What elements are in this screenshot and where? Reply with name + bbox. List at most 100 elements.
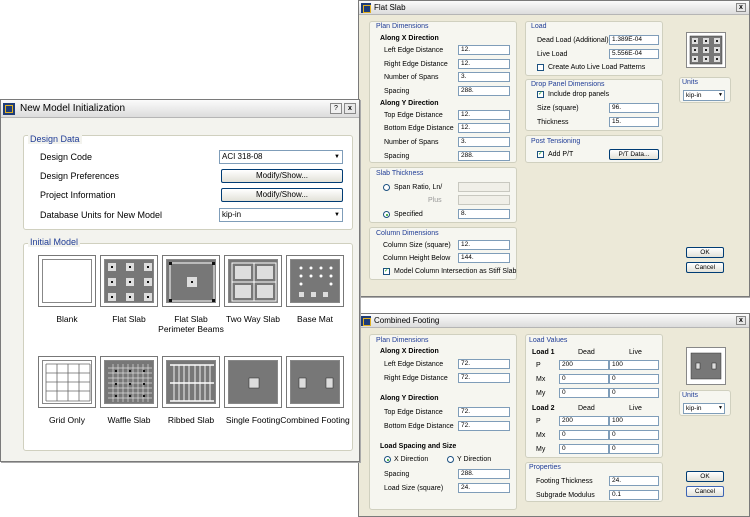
flat-slab-model-icon bbox=[108, 263, 152, 301]
title-bar[interactable]: Combined Footing x bbox=[359, 314, 749, 328]
spacing-input[interactable]: 288. bbox=[458, 469, 510, 479]
live-column-header: Live bbox=[629, 405, 642, 412]
add-pt-label: Add P/T bbox=[548, 151, 574, 158]
x-direction-label: X Direction bbox=[394, 456, 429, 463]
project-information-label: Project Information bbox=[40, 190, 116, 200]
load1-p-live[interactable]: 100 bbox=[609, 360, 659, 370]
left-edge-label: Left Edge Distance bbox=[384, 361, 444, 368]
model-tile-combined-footing[interactable] bbox=[286, 356, 344, 408]
design-preferences-button[interactable]: Modify/Show... bbox=[221, 169, 343, 183]
column-height-input[interactable]: 144. bbox=[458, 253, 510, 263]
properties-legend: Properties bbox=[529, 464, 561, 471]
cancel-button[interactable]: Cancel bbox=[686, 486, 724, 497]
y-direction-radio[interactable] bbox=[447, 456, 454, 463]
x-spans-input[interactable]: 3. bbox=[458, 72, 510, 82]
design-code-label: Design Code bbox=[40, 152, 93, 162]
load1-mx-dead[interactable]: 0 bbox=[559, 374, 609, 384]
model-tile-waffle-slab[interactable] bbox=[100, 356, 158, 408]
load-size-input[interactable]: 24. bbox=[458, 483, 510, 493]
load2-my-live[interactable]: 0 bbox=[609, 444, 659, 454]
load1-my-live[interactable]: 0 bbox=[609, 388, 659, 398]
bottom-edge-input[interactable]: 12. bbox=[458, 123, 510, 133]
x-direction-header: Along X Direction bbox=[380, 35, 439, 42]
model-tile-two-way-slab[interactable] bbox=[224, 255, 282, 307]
model-tile-blank[interactable] bbox=[38, 255, 96, 307]
database-units-select[interactable]: kip-in bbox=[219, 208, 343, 222]
database-units-label: Database Units for New Model bbox=[40, 210, 163, 220]
load-size-label: Load Size (square) bbox=[384, 485, 444, 492]
model-tile-base-mat[interactable] bbox=[286, 255, 344, 307]
span-ratio-radio[interactable] bbox=[383, 184, 390, 191]
load1-my-dead[interactable]: 0 bbox=[559, 388, 609, 398]
drop-thickness-input[interactable]: 15. bbox=[609, 117, 659, 127]
waffle-slab-model-icon bbox=[108, 364, 152, 402]
ok-button[interactable]: OK bbox=[686, 247, 724, 258]
bottom-edge-label: Bottom Edge Distance bbox=[384, 125, 454, 132]
load-values-legend: Load Values bbox=[529, 337, 568, 344]
units-select[interactable]: kip-in bbox=[683, 403, 725, 414]
close-icon[interactable]: x bbox=[736, 316, 746, 325]
my-label: My bbox=[536, 446, 546, 453]
title-bar[interactable]: New Model Initialization ? x bbox=[1, 100, 359, 118]
top-edge-input[interactable]: 72. bbox=[458, 407, 510, 417]
right-edge-input[interactable]: 72. bbox=[458, 373, 510, 383]
units-select[interactable]: kip-in bbox=[683, 90, 725, 101]
load2-p-live[interactable]: 100 bbox=[609, 416, 659, 426]
specified-radio[interactable] bbox=[383, 211, 390, 218]
ribbed-slab-model-icon bbox=[170, 364, 214, 402]
left-edge-input[interactable]: 12. bbox=[458, 45, 510, 55]
base-mat-model-icon bbox=[299, 266, 333, 297]
column-size-input[interactable]: 12. bbox=[458, 240, 510, 250]
load2-mx-dead[interactable]: 0 bbox=[559, 430, 609, 440]
model-tile-label: Base Mat bbox=[297, 314, 333, 324]
design-data-legend: Design Data bbox=[28, 134, 82, 144]
auto-live-load-checkbox[interactable] bbox=[537, 64, 544, 71]
single-footing-model-icon bbox=[248, 377, 260, 389]
stiff-slab-checkbox[interactable]: ✓ bbox=[383, 268, 390, 275]
drop-size-input[interactable]: 96. bbox=[609, 103, 659, 113]
load2-my-dead[interactable]: 0 bbox=[559, 444, 609, 454]
y-spacing-input[interactable]: 288. bbox=[458, 151, 510, 161]
dead-load-label: Dead Load (Additional) bbox=[537, 37, 609, 44]
top-edge-input[interactable]: 12. bbox=[458, 110, 510, 120]
model-tile-single-footing[interactable] bbox=[224, 356, 282, 408]
model-tile-label: Flat Slab bbox=[112, 314, 146, 324]
span-ratio-input[interactable] bbox=[458, 182, 510, 192]
specified-input[interactable]: 8. bbox=[458, 209, 510, 219]
x-spacing-input[interactable]: 288. bbox=[458, 86, 510, 96]
load2-p-dead[interactable]: 200 bbox=[559, 416, 609, 426]
live-load-input[interactable]: 5.556E-04 bbox=[609, 49, 659, 59]
add-pt-checkbox[interactable]: ✓ bbox=[537, 151, 544, 158]
load1-mx-live[interactable]: 0 bbox=[609, 374, 659, 384]
left-edge-input[interactable]: 72. bbox=[458, 359, 510, 369]
right-edge-input[interactable]: 12. bbox=[458, 59, 510, 69]
subgrade-modulus-input[interactable]: 0.1 bbox=[609, 490, 659, 500]
title-bar[interactable]: Flat Slab x bbox=[359, 1, 749, 15]
project-information-button[interactable]: Modify/Show... bbox=[221, 188, 343, 202]
top-edge-label: Top Edge Distance bbox=[384, 409, 443, 416]
dead-load-input[interactable]: 1.389E-04 bbox=[609, 35, 659, 45]
model-tile-grid-only[interactable] bbox=[38, 356, 96, 408]
load2-mx-live[interactable]: 0 bbox=[609, 430, 659, 440]
load1-p-dead[interactable]: 200 bbox=[559, 360, 609, 370]
include-drop-panels-checkbox[interactable]: ✓ bbox=[537, 91, 544, 98]
model-tile-flat-slab[interactable] bbox=[100, 255, 158, 307]
left-edge-label: Left Edge Distance bbox=[384, 47, 444, 54]
y-spans-input[interactable]: 3. bbox=[458, 137, 510, 147]
bottom-edge-input[interactable]: 72. bbox=[458, 421, 510, 431]
help-icon[interactable]: ? bbox=[330, 103, 342, 114]
close-icon[interactable]: x bbox=[736, 3, 746, 12]
column-size-label: Column Size (square) bbox=[383, 242, 451, 249]
design-code-select[interactable]: ACI 318-08 bbox=[219, 150, 343, 164]
model-tile-flat-slab-perimeter-beams[interactable] bbox=[162, 255, 220, 307]
model-tile-ribbed-slab[interactable] bbox=[162, 356, 220, 408]
ok-button[interactable]: OK bbox=[686, 471, 724, 482]
plus-input[interactable] bbox=[458, 195, 510, 205]
flat-slab-dialog: Flat Slab x Plan Dimensions Along X Dire… bbox=[358, 0, 750, 297]
model-tile-label: Single Footing bbox=[225, 415, 281, 425]
footing-thickness-input[interactable]: 24. bbox=[609, 476, 659, 486]
close-icon[interactable]: x bbox=[344, 103, 356, 114]
pt-data-button[interactable]: P/T Data... bbox=[609, 149, 659, 160]
cancel-button[interactable]: Cancel bbox=[686, 262, 724, 273]
x-direction-radio[interactable] bbox=[384, 456, 391, 463]
